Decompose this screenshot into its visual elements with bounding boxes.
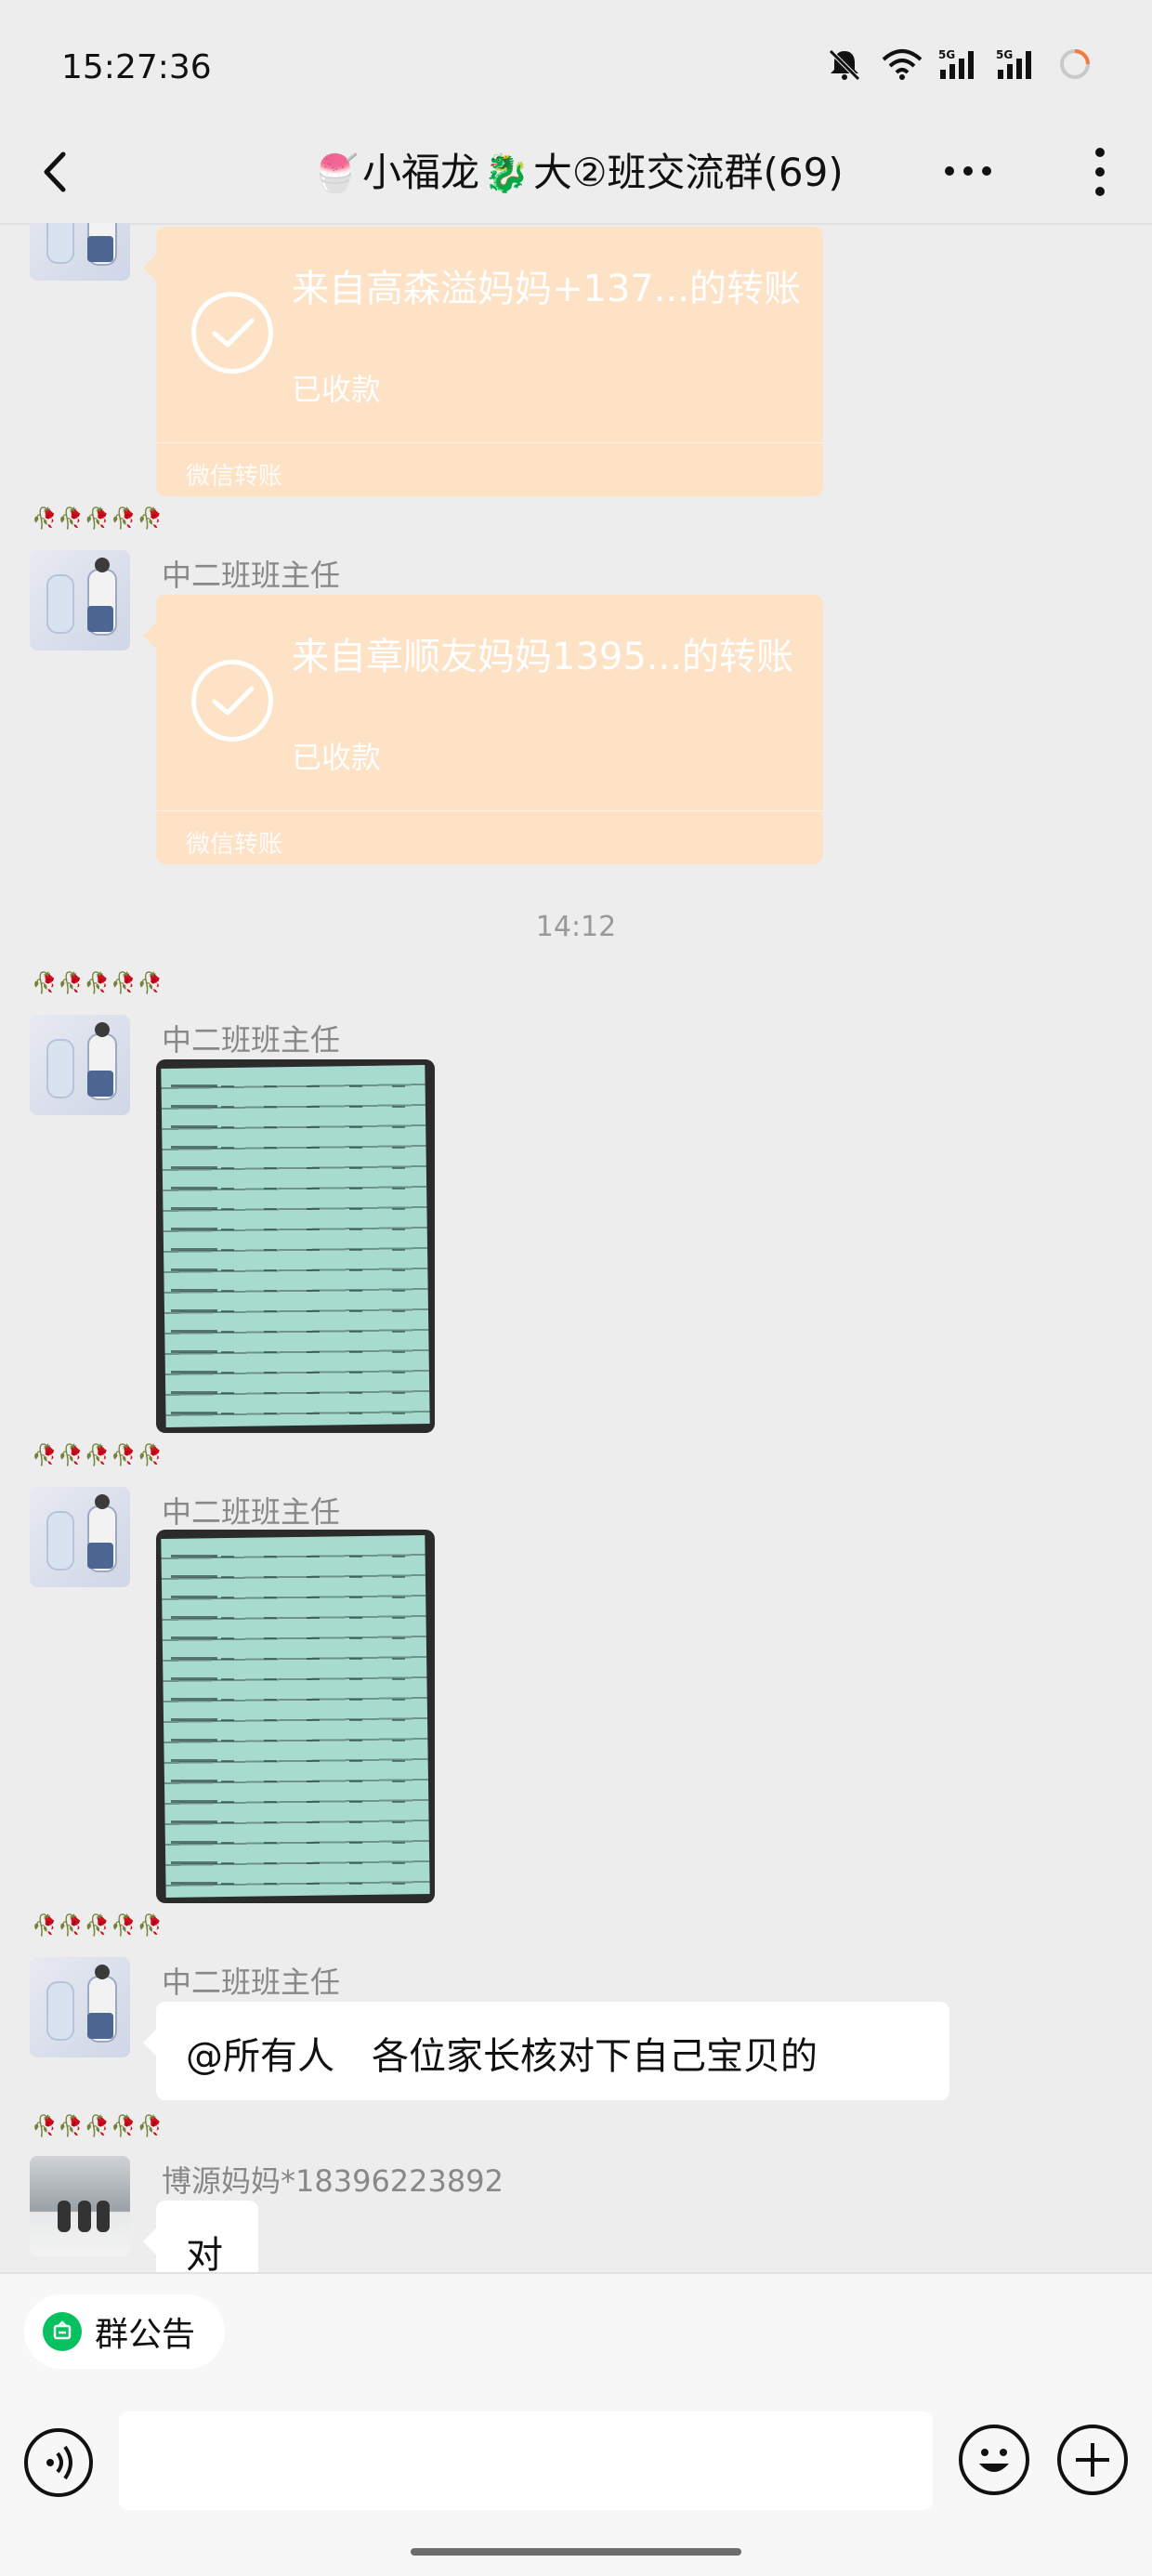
plus-icon[interactable] bbox=[1057, 2425, 1128, 2495]
text-message[interactable]: @所有人 各位家长核对下自己宝贝的 bbox=[143, 2002, 949, 2100]
sender-tag: 🥀🥀🥀🥀🥀 bbox=[32, 1444, 164, 1467]
transfer-status: 已收款 bbox=[292, 740, 382, 775]
emoji-icon[interactable] bbox=[959, 2425, 1029, 2495]
battery-ring-icon bbox=[1054, 46, 1096, 82]
group-notice-label: 群公告 bbox=[95, 2316, 196, 2354]
dragon-emoji: 🐉 bbox=[483, 152, 530, 195]
sender-tag: 🥀🥀🥀🥀🥀 bbox=[32, 507, 164, 531]
notice-strip: 群公告 bbox=[0, 2272, 1152, 2385]
sender-tag: 🥀🥀🥀🥀🥀 bbox=[32, 972, 164, 995]
more-horizontal-icon[interactable] bbox=[940, 152, 996, 190]
chat-title-part-a: 小福龙 bbox=[362, 150, 480, 195]
avatar[interactable] bbox=[30, 550, 130, 651]
sender-name: 中二班班主任 bbox=[162, 1965, 341, 2000]
status-bar: 15:27:36 5G 5G bbox=[0, 0, 1152, 121]
chat-title-part-b: 大②班交流群(69) bbox=[532, 150, 844, 195]
check-circle-icon bbox=[191, 292, 273, 374]
more-vertical-icon[interactable] bbox=[1081, 139, 1119, 204]
avatar[interactable] bbox=[30, 1957, 130, 2057]
transfer-card[interactable]: 来自高森溢妈妈+137...的转账 已收款 微信转账 bbox=[143, 227, 823, 496]
avatar[interactable] bbox=[30, 223, 130, 281]
mute-bell-icon bbox=[823, 46, 866, 82]
announcement-icon bbox=[43, 2312, 82, 2351]
message-input[interactable] bbox=[119, 2412, 933, 2510]
sender-name: 中二班班主任 bbox=[162, 1494, 341, 1530]
status-time: 15:27:36 bbox=[61, 48, 212, 86]
status-icons: 5G 5G bbox=[823, 46, 1096, 82]
svg-text:5G: 5G bbox=[996, 48, 1013, 61]
wifi-icon bbox=[881, 46, 923, 82]
avatar[interactable] bbox=[30, 1487, 130, 1587]
transfer-status: 已收款 bbox=[292, 372, 382, 407]
message-list[interactable]: 来自高森溢妈妈+137...的转账 已收款 微信转账 🥀🥀🥀🥀🥀 中二班班主任 … bbox=[0, 223, 1152, 2272]
svg-text:5G: 5G bbox=[938, 48, 955, 61]
transfer-footer: 微信转账 bbox=[186, 463, 283, 491]
home-indicator[interactable] bbox=[411, 2548, 741, 2556]
transfer-title: 来自章顺友妈妈1395...的转账 bbox=[292, 636, 793, 678]
message-timestamp: 14:12 bbox=[535, 911, 617, 943]
chat-header: 🍧小福龙 🐉大②班交流群(69) bbox=[0, 121, 1152, 225]
sender-name: 中二班班主任 bbox=[162, 558, 341, 593]
sender-name: 博源妈妈*18396223892 bbox=[162, 2163, 504, 2199]
text-message[interactable]: 对 bbox=[143, 2201, 258, 2272]
check-circle-icon bbox=[191, 660, 273, 742]
signal-5g-icon: 5G bbox=[938, 46, 981, 82]
group-notice-button[interactable]: 群公告 bbox=[24, 2294, 226, 2369]
sender-name: 中二班班主任 bbox=[162, 1022, 341, 1058]
input-bar bbox=[0, 2384, 1152, 2576]
signal-5g-icon: 5G bbox=[996, 46, 1039, 82]
shaved-ice-emoji: 🍧 bbox=[312, 152, 360, 195]
image-message[interactable] bbox=[156, 1059, 435, 1433]
transfer-footer: 微信转账 bbox=[186, 831, 283, 859]
sender-tag: 🥀🥀🥀🥀🥀 bbox=[32, 2115, 164, 2138]
transfer-card[interactable]: 来自章顺友妈妈1395...的转账 已收款 微信转账 bbox=[143, 595, 823, 864]
image-message[interactable] bbox=[156, 1530, 435, 1903]
transfer-title: 来自高森溢妈妈+137...的转账 bbox=[292, 268, 802, 310]
avatar[interactable] bbox=[30, 1015, 130, 1115]
avatar[interactable] bbox=[30, 2156, 130, 2256]
voice-icon[interactable] bbox=[24, 2428, 93, 2497]
sender-tag: 🥀🥀🥀🥀🥀 bbox=[32, 1914, 164, 1938]
